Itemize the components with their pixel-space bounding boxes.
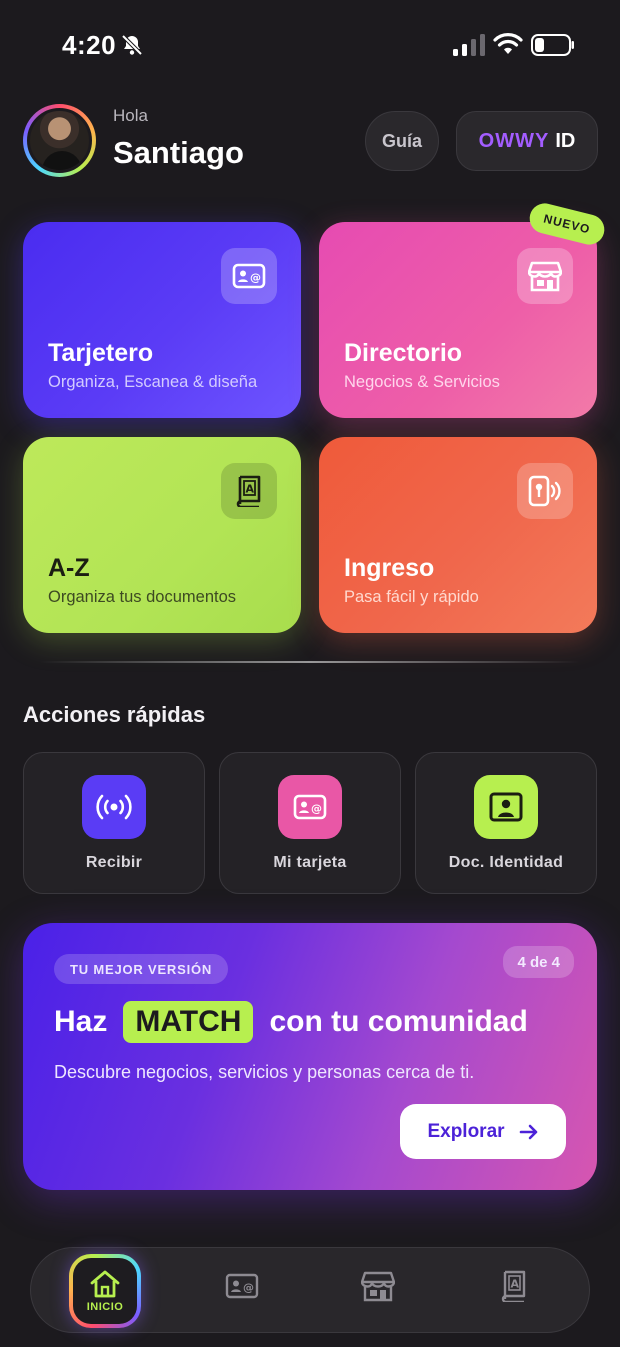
card-az[interactable]: A A-Z Organiza tus documentos xyxy=(23,437,301,633)
card-directorio[interactable]: Directorio Negocios & Servicios xyxy=(319,222,597,418)
quick-actions-title: Acciones rápidas xyxy=(23,702,206,727)
promo-page-counter: 4 de 4 xyxy=(503,946,574,978)
promo-headline: Haz MATCH con tu comunidad xyxy=(54,1001,528,1043)
arrow-right-icon xyxy=(519,1124,537,1139)
broadcast-icon xyxy=(82,775,146,839)
document-book-icon: A xyxy=(501,1270,526,1302)
status-time: 4:20 xyxy=(62,30,117,60)
avatar[interactable] xyxy=(23,104,96,177)
owwy-brand-label: OWWY xyxy=(478,129,550,152)
avatar-photo xyxy=(27,108,92,173)
battery-icon xyxy=(531,34,574,56)
svg-text:@: @ xyxy=(250,271,261,284)
promo-headline-end: con tu comunidad xyxy=(269,1005,528,1038)
svg-text:@: @ xyxy=(311,802,322,815)
id-photo-icon xyxy=(474,775,538,839)
guide-button-label: Guía xyxy=(381,130,422,151)
owwy-id-button[interactable]: OWWY ID xyxy=(456,111,598,171)
explore-button[interactable]: Explorar xyxy=(400,1104,566,1159)
access-key-icon xyxy=(517,463,573,519)
section-divider xyxy=(40,661,580,663)
contact-card-icon: @ xyxy=(278,775,342,839)
promo-headline-start: Haz xyxy=(54,1005,108,1038)
quick-action-doc-identidad[interactable]: Doc. Identidad xyxy=(415,752,597,894)
svg-text:@: @ xyxy=(243,1281,254,1294)
wifi-icon xyxy=(493,33,523,54)
cellular-signal-icon xyxy=(453,34,485,56)
card-subtitle: Organiza, Escanea & diseña xyxy=(48,373,258,391)
bottom-nav: INICIO @ A xyxy=(30,1247,590,1333)
nav-tarjetero[interactable]: @ xyxy=(222,1266,262,1306)
card-subtitle: Organiza tus documentos xyxy=(48,588,237,606)
greeting-text: Hola xyxy=(113,106,148,125)
card-tarjetero[interactable]: @ Tarjetero Organiza, Escanea & diseña xyxy=(23,222,301,418)
bell-off-icon xyxy=(121,34,143,56)
status-bar: 4:20 xyxy=(0,0,620,92)
document-book-icon: A xyxy=(221,463,277,519)
quick-action-recibir[interactable]: Recibir xyxy=(23,752,205,894)
card-ingreso[interactable]: Ingreso Pasa fácil y rápido xyxy=(319,437,597,633)
quick-action-mi-tarjeta[interactable]: @ Mi tarjeta xyxy=(219,752,401,894)
svg-text:A: A xyxy=(246,483,255,496)
card-title: A-Z xyxy=(48,554,90,582)
explore-button-label: Explorar xyxy=(427,1120,505,1142)
card-subtitle: Pasa fácil y rápido xyxy=(344,588,479,606)
quick-action-label: Mi tarjeta xyxy=(273,854,347,871)
promo-tag: TU MEJOR VERSIÓN xyxy=(54,954,229,984)
promo-headline-highlight: MATCH xyxy=(123,1001,254,1043)
store-icon xyxy=(517,248,573,304)
id-label: ID xyxy=(555,129,576,152)
card-title: Ingreso xyxy=(344,554,435,582)
home-icon xyxy=(90,1270,120,1298)
card-title: Directorio xyxy=(344,339,463,367)
card-title: Tarjetero xyxy=(48,339,154,367)
promo-banner[interactable]: TU MEJOR VERSIÓN 4 de 4 Haz MATCH con tu… xyxy=(23,923,597,1190)
card-subtitle: Negocios & Servicios xyxy=(344,373,500,391)
quick-action-label: Recibir xyxy=(85,854,143,871)
quick-action-label: Doc. Identidad xyxy=(448,854,564,871)
svg-text:A: A xyxy=(511,1278,520,1291)
nav-home[interactable]: INICIO xyxy=(69,1254,141,1328)
store-icon xyxy=(361,1271,395,1302)
username: Santiago xyxy=(113,135,244,170)
nav-documentos[interactable]: A xyxy=(494,1266,534,1306)
nav-directorio[interactable] xyxy=(358,1266,398,1306)
contact-card-icon: @ xyxy=(221,248,277,304)
nav-home-label: INICIO xyxy=(86,1301,124,1313)
promo-description: Descubre negocios, servicios y personas … xyxy=(54,1062,475,1082)
contact-card-icon: @ xyxy=(225,1273,259,1299)
guide-button[interactable]: Guía xyxy=(365,111,439,171)
